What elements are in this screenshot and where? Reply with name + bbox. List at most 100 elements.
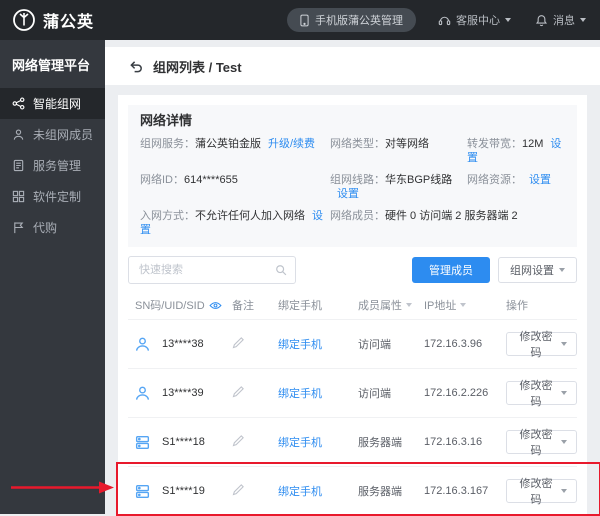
role-cell: 服务器端 bbox=[358, 434, 424, 450]
sn-value: 13****38 bbox=[162, 338, 204, 350]
table-row: S1****18 绑定手机 服务器端 172.16.3.16 修改密码 bbox=[128, 417, 577, 466]
mobile-manage-label: 手机版蒲公英管理 bbox=[315, 12, 403, 28]
eye-icon[interactable] bbox=[209, 301, 222, 310]
edit-remark-icon[interactable] bbox=[232, 385, 245, 398]
member-role: 服务器端 bbox=[358, 437, 402, 449]
back-icon[interactable] bbox=[129, 59, 144, 74]
member-role: 访问端 bbox=[358, 388, 391, 400]
sidebar-item-purchasing[interactable]: 代购 bbox=[0, 212, 105, 243]
upgrade-renew-link[interactable]: 升级/续费 bbox=[268, 138, 315, 150]
bind-cell: 绑定手机 bbox=[278, 483, 358, 499]
sidebar-item-software-customization[interactable]: 软件定制 bbox=[0, 181, 105, 212]
network-settings-button[interactable]: 组网设置 bbox=[498, 257, 577, 283]
search-input[interactable] bbox=[137, 263, 275, 277]
network-details-panel: 网络详情 组网服务：蒲公英铂金版升级/续费 网络类型：对等网络 转发带宽：12M… bbox=[128, 105, 577, 247]
header-remark: 备注 bbox=[232, 297, 278, 313]
bind-phone-link[interactable]: 绑定手机 bbox=[278, 339, 322, 351]
field-label: 网络ID： bbox=[140, 174, 184, 186]
brand-logo[interactable]: 蒲公英 bbox=[12, 0, 94, 40]
header-sn-label: SN码/UID/SID bbox=[135, 297, 205, 313]
sn-cell: S1****19 bbox=[128, 483, 232, 500]
server-icon bbox=[134, 483, 151, 500]
field-label: 入网方式： bbox=[140, 210, 195, 222]
bind-phone-link[interactable]: 绑定手机 bbox=[278, 437, 322, 449]
change-password-button[interactable]: 修改密码 bbox=[506, 381, 577, 405]
bind-phone-link[interactable]: 绑定手机 bbox=[278, 486, 322, 498]
main-content: 组网列表 / Test 网络详情 组网服务：蒲公英铂金版升级/续费 网络类型：对… bbox=[105, 40, 600, 514]
field-network-resources: 网络资源：设置 bbox=[467, 173, 565, 201]
sidebar-item-label: 软件定制 bbox=[33, 188, 81, 205]
caret-down-icon bbox=[460, 303, 466, 307]
field-network-type: 网络类型：对等网络 bbox=[330, 137, 467, 165]
edit-remark-icon[interactable] bbox=[232, 336, 245, 349]
line-settings-link[interactable]: 设置 bbox=[337, 188, 359, 200]
header-ip-address[interactable]: IP地址 bbox=[424, 297, 506, 313]
sidebar-item-label: 未组网成员 bbox=[33, 126, 93, 143]
ip-address: 172.16.2.226 bbox=[424, 387, 488, 399]
ip-address: 172.16.3.96 bbox=[424, 338, 482, 350]
member-role: 访问端 bbox=[358, 339, 391, 351]
network-card: 网络详情 组网服务：蒲公英铂金版升级/续费 网络类型：对等网络 转发带宽：12M… bbox=[118, 95, 587, 514]
field-join-mode: 入网方式：不允许任何人加入网络设置 bbox=[140, 209, 330, 237]
edit-remark-icon[interactable] bbox=[232, 483, 245, 496]
sn-value: 13****39 bbox=[162, 387, 204, 399]
ip-address: 172.16.3.167 bbox=[424, 485, 488, 497]
bind-phone-link[interactable]: 绑定手机 bbox=[278, 388, 322, 400]
change-password-button[interactable]: 修改密码 bbox=[506, 479, 577, 503]
header-member-role[interactable]: 成员属性 bbox=[358, 297, 424, 313]
sn-cell: S1****18 bbox=[128, 434, 232, 451]
details-grid: 组网服务：蒲公英铂金版升级/续费 网络类型：对等网络 转发带宽：12M设置 网络… bbox=[140, 137, 565, 237]
messages-menu[interactable]: 消息 bbox=[535, 12, 586, 28]
sn-cell: 13****39 bbox=[128, 385, 232, 402]
sidebar-item-service-management[interactable]: 服务管理 bbox=[0, 150, 105, 181]
dandelion-logo-icon bbox=[12, 8, 36, 32]
mobile-manage-button[interactable]: 手机版蒲公英管理 bbox=[287, 8, 416, 32]
details-title: 网络详情 bbox=[140, 113, 565, 128]
table-row: 13****39 绑定手机 访问端 172.16.2.226 修改密码 bbox=[128, 368, 577, 417]
field-label: 组网服务： bbox=[140, 138, 195, 150]
ip-cell: 172.16.3.167 bbox=[424, 485, 506, 497]
header-sn: SN码/UID/SID bbox=[128, 297, 232, 313]
manage-members-button[interactable]: 管理成员 bbox=[412, 257, 490, 283]
user-icon bbox=[134, 385, 151, 402]
sidebar-item-smart-networking[interactable]: 智能组网 bbox=[0, 88, 105, 119]
sidebar-item-label: 服务管理 bbox=[33, 157, 81, 174]
caret-down-icon bbox=[580, 18, 586, 22]
search-icon[interactable] bbox=[275, 264, 287, 276]
table-header: SN码/UID/SID 备注 绑定手机 成员属性 IP地址 bbox=[128, 292, 577, 319]
field-value: 华东BGP线路 bbox=[385, 174, 452, 186]
action-cell: 修改密码 bbox=[506, 479, 577, 503]
field-label: 转发带宽： bbox=[467, 138, 522, 150]
support-center-label: 客服中心 bbox=[456, 12, 500, 28]
change-password-button[interactable]: 修改密码 bbox=[506, 332, 577, 356]
sn-value: S1****19 bbox=[162, 485, 205, 497]
breadcrumb-label[interactable]: 组网列表 / Test bbox=[153, 57, 242, 76]
change-password-label: 修改密码 bbox=[516, 475, 556, 507]
field-value: 蒲公英铂金版 bbox=[195, 138, 261, 150]
sidebar-item-label: 智能组网 bbox=[33, 95, 81, 112]
ip-cell: 172.16.2.226 bbox=[424, 387, 506, 399]
change-password-button[interactable]: 修改密码 bbox=[506, 430, 577, 454]
remark-cell bbox=[232, 483, 278, 499]
sidebar-item-unjoined-members[interactable]: 未组网成员 bbox=[0, 119, 105, 150]
members-table: SN码/UID/SID 备注 绑定手机 成员属性 IP地址 bbox=[128, 292, 577, 514]
resources-settings-link[interactable]: 设置 bbox=[529, 174, 551, 186]
field-label: 网络成员： bbox=[330, 210, 385, 222]
role-cell: 服务器端 bbox=[358, 483, 424, 499]
caret-down-icon bbox=[561, 391, 567, 395]
sn-cell: 13****38 bbox=[128, 336, 232, 353]
change-password-label: 修改密码 bbox=[516, 328, 556, 360]
edit-remark-icon[interactable] bbox=[232, 434, 245, 447]
messages-label: 消息 bbox=[553, 12, 575, 28]
field-value: 对等网络 bbox=[385, 138, 429, 150]
bind-cell: 绑定手机 bbox=[278, 434, 358, 450]
action-cell: 修改密码 bbox=[506, 332, 577, 356]
support-center-menu[interactable]: 客服中心 bbox=[438, 12, 511, 28]
caret-down-icon bbox=[561, 489, 567, 493]
server-icon bbox=[134, 434, 151, 451]
table-row: 13****38 绑定手机 访问端 172.16.3.96 修改密码 bbox=[128, 319, 577, 368]
caret-down-icon bbox=[406, 303, 412, 307]
field-value: 614****655 bbox=[184, 174, 238, 186]
phone-icon bbox=[300, 14, 309, 27]
header-actions: 操作 bbox=[506, 297, 577, 313]
